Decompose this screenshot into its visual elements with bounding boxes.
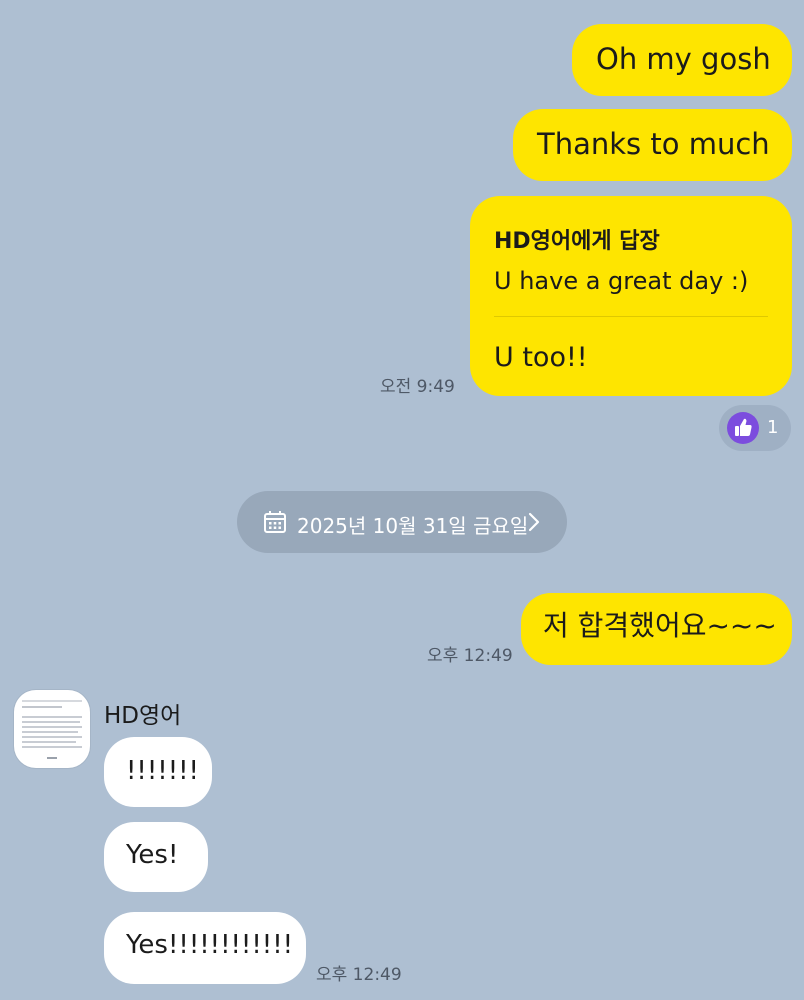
reaction-count: 1 [767, 417, 779, 438]
message-timestamp: 오전 9:49 [380, 377, 455, 397]
chevron-right-icon [527, 511, 541, 537]
message-bubble-incoming[interactable]: Yes!!!!!!!!!!!! [104, 912, 306, 984]
message-bubble-outgoing[interactable]: 저 합격했어요~~~ [521, 593, 792, 665]
reaction-chip[interactable]: 1 [719, 405, 791, 451]
message-bubble-outgoing[interactable]: Thanks to much [513, 109, 792, 181]
thumbs-up-icon [727, 412, 759, 444]
message-text: Oh my gosh [596, 42, 771, 76]
calendar-icon [263, 510, 287, 538]
date-divider-pill[interactable]: 2025년 10월 31일 금요일 [237, 491, 567, 553]
message-text: Thanks to much [537, 127, 770, 161]
reply-quoted-text[interactable]: U have a great day :) [494, 267, 768, 295]
message-text: !!!!!!! [126, 756, 199, 786]
avatar[interactable] [14, 690, 90, 768]
message-timestamp: 오후 12:49 [427, 646, 513, 666]
reply-divider [494, 316, 768, 317]
reply-message-bubble[interactable]: HD영어에게 답장 U have a great day :) U too!! [470, 196, 792, 396]
message-timestamp: 오후 12:49 [316, 965, 402, 985]
sender-name: HD영어 [104, 703, 182, 729]
message-bubble-incoming[interactable]: Yes! [104, 822, 208, 892]
message-bubble-incoming[interactable]: !!!!!!! [104, 737, 212, 807]
message-bubble-outgoing[interactable]: Oh my gosh [572, 24, 792, 96]
message-text: 저 합격했어요~~~ [543, 609, 777, 642]
message-text: Yes!!!!!!!!!!!! [126, 930, 294, 960]
date-label: 2025년 10월 31일 금요일 [297, 514, 529, 538]
message-text: U too!! [494, 342, 588, 373]
message-text: Yes! [126, 840, 179, 870]
reply-header: HD영어에게 답장 [494, 229, 660, 254]
